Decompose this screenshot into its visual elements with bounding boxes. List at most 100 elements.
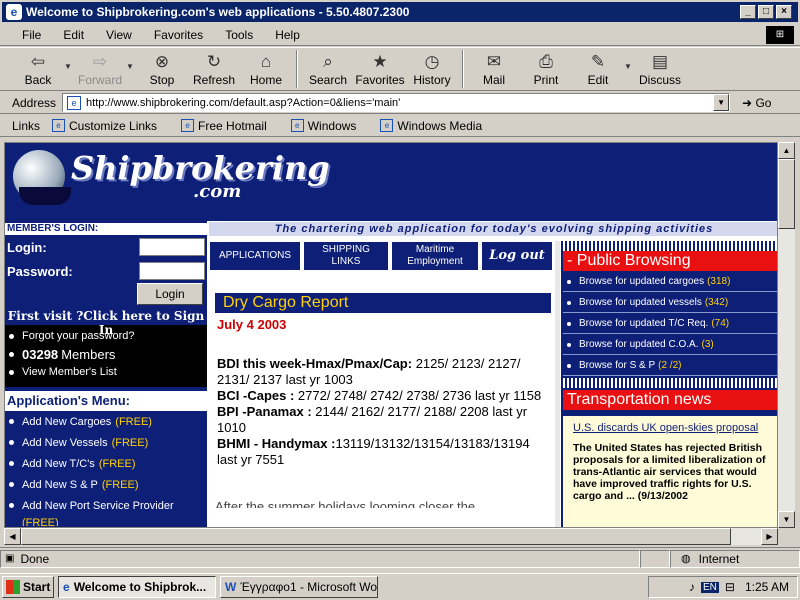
member-login-heading: MEMBER'S LOGIN: (5, 223, 207, 235)
link-free-hotmail[interactable]: e Free Hotmail (181, 119, 279, 133)
view-members-link[interactable]: View Member's List (9, 363, 207, 381)
task-word-window[interactable]: W Έγγραφο1 - Microsoft Word (220, 576, 378, 598)
tray-network-icon[interactable]: ⊟ (725, 580, 735, 594)
link-customize-links[interactable]: e Customize Links (52, 119, 169, 133)
browse-cargoes-link[interactable]: Browse for updated cargoes (318) (563, 272, 777, 292)
edit-dropdown-icon[interactable]: ▼ (624, 48, 634, 71)
refresh-button[interactable]: ↻ Refresh (188, 48, 240, 87)
nav-maritime-line1: Maritime (415, 244, 455, 255)
scroll-up-icon[interactable]: ▲ (778, 142, 795, 159)
nav-applications[interactable]: APPLICATIONS (209, 241, 301, 271)
back-dropdown-icon[interactable]: ▼ (64, 48, 74, 71)
language-indicator[interactable]: EN (701, 581, 719, 593)
print-button[interactable]: ⎙ Print (520, 48, 572, 87)
bullet-icon (9, 351, 14, 357)
sign-in-link[interactable]: First visit ?Click here to Sign In (5, 309, 207, 337)
browse-coa-link[interactable]: Browse for updated C.O.A. (3) (563, 335, 777, 355)
app-item-sp[interactable]: Add New S & P (FREE) (5, 474, 207, 495)
clock: 1:25 AM (744, 580, 789, 594)
password-input[interactable] (139, 262, 205, 280)
link-windows[interactable]: e Windows (290, 119, 369, 133)
search-button[interactable]: ⌕ Search (302, 48, 354, 87)
app-item-tc[interactable]: Add New T/C's (FREE) (5, 453, 207, 474)
nav-shipping-links[interactable]: SHIPPING LINKS (303, 241, 389, 271)
mail-label: Mail (482, 73, 505, 87)
forward-dropdown-icon[interactable]: ▼ (126, 48, 136, 71)
browse-count: (74) (711, 318, 730, 329)
scroll-thumb[interactable] (778, 159, 795, 229)
frame-scrollbar[interactable] (555, 241, 560, 527)
status-text-cell: ▣ Done (0, 549, 640, 568)
start-button[interactable]: Start (2, 576, 54, 598)
minimize-button[interactable]: _ (740, 5, 756, 19)
hscroll-thumb[interactable] (21, 528, 731, 545)
status-zone: Internet (698, 551, 740, 566)
members-count: 03298 (22, 346, 59, 362)
scroll-down-icon[interactable]: ▼ (778, 511, 795, 528)
search-icon: ⌕ (323, 52, 333, 71)
forgot-password-link[interactable]: Forgot your password? (9, 327, 207, 345)
right-sidebar: - Public Browsing Browse for updated car… (561, 241, 777, 527)
app-item-cut-free: (FREE) (5, 516, 207, 526)
print-label: Print (533, 73, 559, 87)
tray-icon[interactable]: ♪ (689, 580, 695, 594)
forward-button[interactable]: ⇨ Forward (74, 48, 126, 87)
menu-view[interactable]: View (106, 28, 132, 42)
standard-toolbar: ⇦ Back ▼ ⇨ Forward ▼ ⊗ Stop ↻ Refresh ⌂ Home … (0, 47, 800, 91)
back-button[interactable]: ⇦ Back (12, 48, 64, 87)
stop-button[interactable]: ⊗ Stop (136, 48, 188, 87)
login-button[interactable]: Login (137, 283, 203, 305)
menu-favorites[interactable]: Favorites (154, 28, 203, 42)
address-input[interactable]: e http://www.shipbrokering.com/default.a… (62, 93, 731, 112)
bullet-icon (9, 503, 14, 508)
browse-label: Browse for updated cargoes (579, 276, 705, 287)
window-titlebar: e Welcome to Shipbrokering.com's web app… (0, 0, 800, 24)
menu-file[interactable]: File (22, 28, 41, 42)
menu-edit[interactable]: Edit (63, 28, 84, 42)
discuss-icon: ▤ (651, 52, 669, 71)
horizontal-scrollbar[interactable]: ◀ ▶ (4, 528, 778, 545)
report-date: July 4 2003 (217, 317, 287, 332)
vertical-scrollbar[interactable]: ▲ ▼ (778, 142, 795, 528)
favorites-button[interactable]: ★ Favorites (354, 48, 406, 87)
menu-help[interactable]: Help (275, 28, 300, 42)
news-headline-link[interactable]: U.S. discards UK open-skies proposal (573, 422, 767, 438)
close-button[interactable]: × (776, 5, 792, 19)
app-item-cargoes[interactable]: Add New Cargoes (FREE) (5, 411, 207, 432)
app-item-label: Add New Vessels (22, 436, 108, 449)
app-item-port-service[interactable]: Add New Port Service Provider (5, 495, 207, 516)
bullet-icon (9, 369, 14, 375)
search-label: Search (308, 73, 348, 87)
forward-label: Forward (77, 73, 122, 87)
left-sidebar: MEMBER'S LOGIN: Login: Password: Login F… (5, 221, 207, 527)
mail-button[interactable]: ✉ Mail (468, 48, 520, 87)
windows-logo-icon: ⊞ (766, 26, 794, 44)
nav-logout[interactable]: Log out (481, 241, 553, 271)
scroll-left-icon[interactable]: ◀ (4, 528, 21, 545)
edit-button[interactable]: ✎ Edit (572, 48, 624, 87)
bullet-icon (9, 482, 14, 487)
home-button[interactable]: ⌂ Home (240, 48, 292, 87)
edit-icon: ✎ (590, 52, 606, 71)
browse-vessels-link[interactable]: Browse for updated vessels (342) (563, 293, 777, 313)
login-input[interactable] (139, 238, 205, 256)
history-button[interactable]: ◷ History (406, 48, 458, 87)
nav-maritime-employment[interactable]: Maritime Employment (391, 241, 479, 271)
browse-tc-link[interactable]: Browse for updated T/C Req. (74) (563, 314, 777, 334)
back-arrow-icon: ⇦ (30, 52, 46, 71)
link-windows-media[interactable]: e Windows Media (380, 119, 494, 133)
go-button[interactable]: ➜ Go (742, 96, 771, 110)
address-dropdown-icon[interactable]: ▼ (713, 94, 730, 111)
free-tag: (FREE) (115, 415, 152, 428)
task-ie-window[interactable]: e Welcome to Shipbrok... (58, 576, 216, 598)
menu-tools[interactable]: Tools (225, 28, 253, 42)
bullet-icon (567, 342, 571, 347)
maximize-button[interactable]: □ (758, 5, 774, 19)
scroll-right-icon[interactable]: ▶ (761, 528, 778, 545)
link-label: Free Hotmail (198, 118, 267, 133)
browse-sp-link[interactable]: Browse for S & P (2 /2) (563, 356, 777, 376)
bci-label: BCI -Capes : (217, 388, 295, 403)
app-item-vessels[interactable]: Add New Vessels (FREE) (5, 432, 207, 453)
bullet-icon (9, 461, 14, 466)
discuss-button[interactable]: ▤ Discuss (634, 48, 686, 87)
